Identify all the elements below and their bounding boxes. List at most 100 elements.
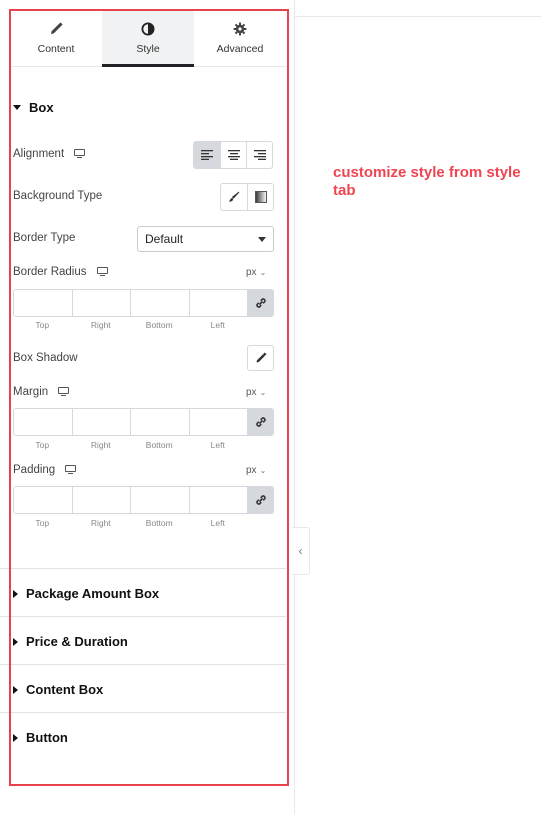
side-label-bottom: Bottom [145, 440, 173, 450]
tab-content[interactable]: Content [10, 10, 102, 66]
section-box-title: Box [29, 100, 54, 115]
padding-left-input[interactable] [189, 487, 248, 513]
background-gradient-button[interactable] [247, 184, 273, 210]
border-type-row: Border Type [13, 232, 75, 244]
link-values-button[interactable] [248, 487, 273, 513]
tab-advanced[interactable]: Advanced [194, 10, 286, 66]
brush-icon [229, 191, 240, 202]
link-values-button[interactable] [248, 409, 273, 435]
border-type-label: Border Type [13, 232, 76, 244]
margin-unit: px [246, 387, 257, 398]
background-type-label: Background Type [13, 190, 103, 202]
margin-left-input[interactable] [189, 409, 248, 435]
margin-label: Margin [13, 386, 49, 398]
border-radius-row: Border Radius [13, 266, 108, 278]
caret-right-icon [13, 733, 18, 742]
padding-bottom-input[interactable] [131, 487, 190, 513]
align-right-icon [253, 150, 266, 160]
link-icon [255, 495, 266, 505]
preview-area [295, 0, 541, 814]
align-center-button[interactable] [220, 142, 246, 168]
link-values-button[interactable] [248, 290, 273, 316]
section-divider [10, 664, 286, 665]
tab-style[interactable]: Style [102, 10, 194, 67]
panel-tabs: Content Style Advanced [10, 10, 286, 67]
caret-right-icon [13, 637, 18, 646]
margin-inputs [13, 408, 274, 436]
section-divider [0, 616, 10, 617]
desktop-icon[interactable] [58, 387, 70, 397]
margin-row: Margin [13, 386, 70, 398]
margin-unit-select[interactable]: px ⌄ [246, 387, 266, 398]
background-type-row: Background Type [13, 190, 102, 202]
align-left-button[interactable] [194, 142, 220, 168]
padding-inputs [13, 486, 274, 514]
padding-right-input[interactable] [72, 487, 131, 513]
annotation-note: customize style from style tab [333, 164, 521, 199]
background-type-control [220, 183, 274, 211]
alignment-label: Alignment [13, 148, 65, 160]
align-center-icon [227, 150, 240, 160]
side-label-left: Left [210, 440, 225, 450]
section-divider [0, 568, 10, 569]
chevron-left-icon: ‹ [298, 544, 303, 558]
margin-bottom-input[interactable] [131, 409, 190, 435]
side-label-top: Top [35, 440, 50, 450]
alignment-control [193, 141, 273, 169]
section-title: Package Amount Box [26, 586, 160, 601]
section-box-header[interactable]: Box [13, 100, 54, 115]
border-radius-unit-select[interactable]: px ⌄ [246, 267, 266, 278]
alignment-row: Alignment [13, 148, 86, 160]
padding-unit-select[interactable]: px ⌄ [246, 465, 266, 476]
desktop-icon[interactable] [96, 267, 108, 277]
section-title: Content Box [26, 682, 104, 697]
section-divider [0, 664, 10, 665]
side-label-right: Right [90, 320, 111, 330]
contrast-icon [140, 21, 156, 37]
border-type-value: Default [145, 232, 184, 246]
side-label-left: Left [210, 320, 225, 330]
panel-collapse-toggle[interactable]: ‹ [292, 527, 310, 575]
tab-content-label: Content [37, 43, 75, 55]
tab-style-label: Style [136, 43, 160, 55]
align-left-icon [201, 150, 213, 160]
border-radius-left-input[interactable] [189, 290, 248, 316]
padding-side-labels: Top Right Bottom Left [13, 518, 247, 528]
border-radius-bottom-input[interactable] [131, 290, 190, 316]
border-type-select[interactable]: Default [137, 226, 274, 252]
border-radius-top-input[interactable] [14, 290, 73, 316]
section-content-box-header[interactable]: Content Box [13, 682, 103, 697]
side-label-right: Right [90, 518, 111, 528]
chevron-down-icon: ⌄ [259, 388, 267, 397]
box-shadow-edit-button[interactable] [247, 345, 274, 371]
editor-panel: Content Style Advanced Box Alignment Bac… [0, 0, 295, 814]
link-icon [255, 417, 266, 427]
align-right-button[interactable] [246, 142, 272, 168]
border-radius-side-labels: Top Right Bottom Left [13, 320, 247, 330]
section-divider [10, 616, 286, 617]
chevron-down-icon: ⌄ [259, 268, 267, 277]
caret-right-icon [13, 685, 18, 694]
section-price-duration-header[interactable]: Price & Duration [13, 634, 128, 649]
padding-label: Padding [13, 464, 56, 476]
border-radius-unit: px [246, 267, 257, 278]
section-button-header[interactable]: Button [13, 730, 68, 745]
pencil-icon [256, 352, 266, 363]
pencil-icon [48, 21, 64, 37]
chevron-down-icon [258, 236, 266, 242]
link-icon [255, 298, 266, 308]
box-shadow-label: Box Shadow [13, 352, 78, 364]
gradient-icon [254, 191, 267, 203]
margin-top-input[interactable] [14, 409, 73, 435]
section-title: Price & Duration [26, 634, 128, 649]
desktop-icon[interactable] [74, 149, 86, 159]
section-title: Button [26, 730, 68, 745]
padding-top-input[interactable] [14, 487, 73, 513]
margin-right-input[interactable] [72, 409, 131, 435]
gear-icon [232, 21, 248, 37]
padding-row: Padding [13, 464, 77, 476]
border-radius-right-input[interactable] [72, 290, 131, 316]
section-package-amount-box-header[interactable]: Package Amount Box [13, 586, 159, 601]
background-classic-button[interactable] [221, 184, 247, 210]
desktop-icon[interactable] [65, 465, 77, 475]
